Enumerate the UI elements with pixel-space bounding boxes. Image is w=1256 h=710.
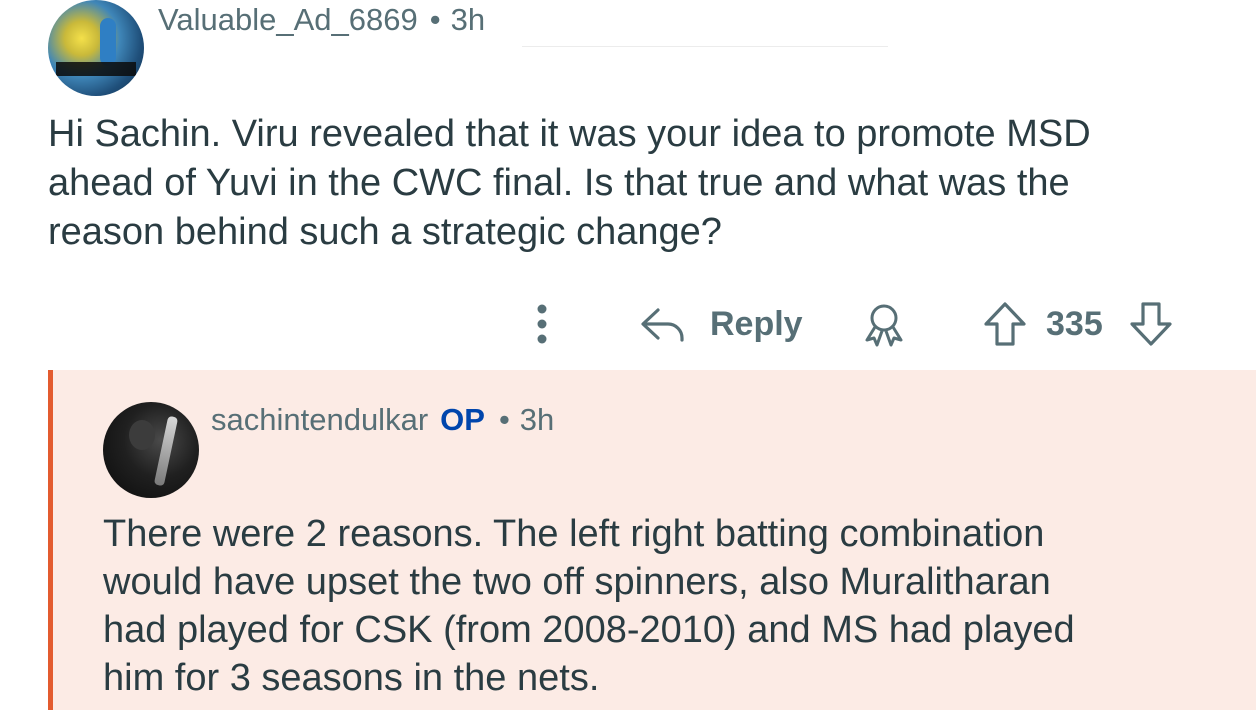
downvote-arrow-icon [1130,302,1172,346]
top-comment: Valuable_Ad_6869 • 3h Hi Sachin. Viru re… [0,0,1256,370]
comment-body: Hi Sachin. Viru revealed that it was you… [48,110,1228,257]
meta-separator: • [429,2,441,37]
avatar-figure [100,18,116,66]
username-link[interactable]: Valuable_Ad_6869 [158,2,418,38]
more-vertical-icon [537,304,547,344]
comment-body: There were 2 reasons. The left right bat… [103,510,1243,702]
avatar-bat [153,415,179,487]
comment-body-line: had played for CSK (from 2008-2010) and … [103,609,1075,651]
comment-meta: Valuable_Ad_6869 • 3h [158,0,485,40]
op-reply-comment: sachintendulkar OP • 3h There were 2 rea… [48,370,1256,710]
reply-arrow-icon [641,308,684,342]
divider [522,46,888,47]
reply-button[interactable]: Reply [638,294,803,354]
more-options-button[interactable] [524,294,560,354]
comment-timestamp: 3h [450,2,486,37]
comment-body-line: There were 2 reasons. The left right bat… [103,513,1045,555]
comment-meta: sachintendulkar OP • 3h [211,400,554,440]
award-button[interactable] [860,294,908,354]
comment-body-line: reason behind such a strategic change? [48,211,722,253]
comment-action-bar: Reply 335 [0,294,1256,354]
comment-timestamp: 3h [519,402,555,437]
downvote-button[interactable] [1128,294,1174,354]
avatar[interactable] [48,0,144,96]
comment-body-line: him for 3 seasons in the nets. [103,657,600,699]
comment-body-line: Hi Sachin. Viru revealed that it was you… [48,113,1091,155]
avatar[interactable] [103,402,199,498]
avatar-figure [129,420,155,450]
op-badge: OP [440,402,485,437]
meta-separator: • [498,402,510,437]
upvote-button[interactable] [982,294,1028,354]
reply-label: Reply [710,304,803,343]
upvote-arrow-icon [984,302,1026,346]
username-link[interactable]: sachintendulkar [211,402,428,438]
vote-score: 335 [1046,304,1103,343]
award-icon [865,304,903,347]
comment-body-line: ahead of Yuvi in the CWC final. Is that … [48,162,1070,204]
comment-body-line: would have upset the two off spinners, a… [103,561,1051,603]
avatar-banner [56,62,136,76]
